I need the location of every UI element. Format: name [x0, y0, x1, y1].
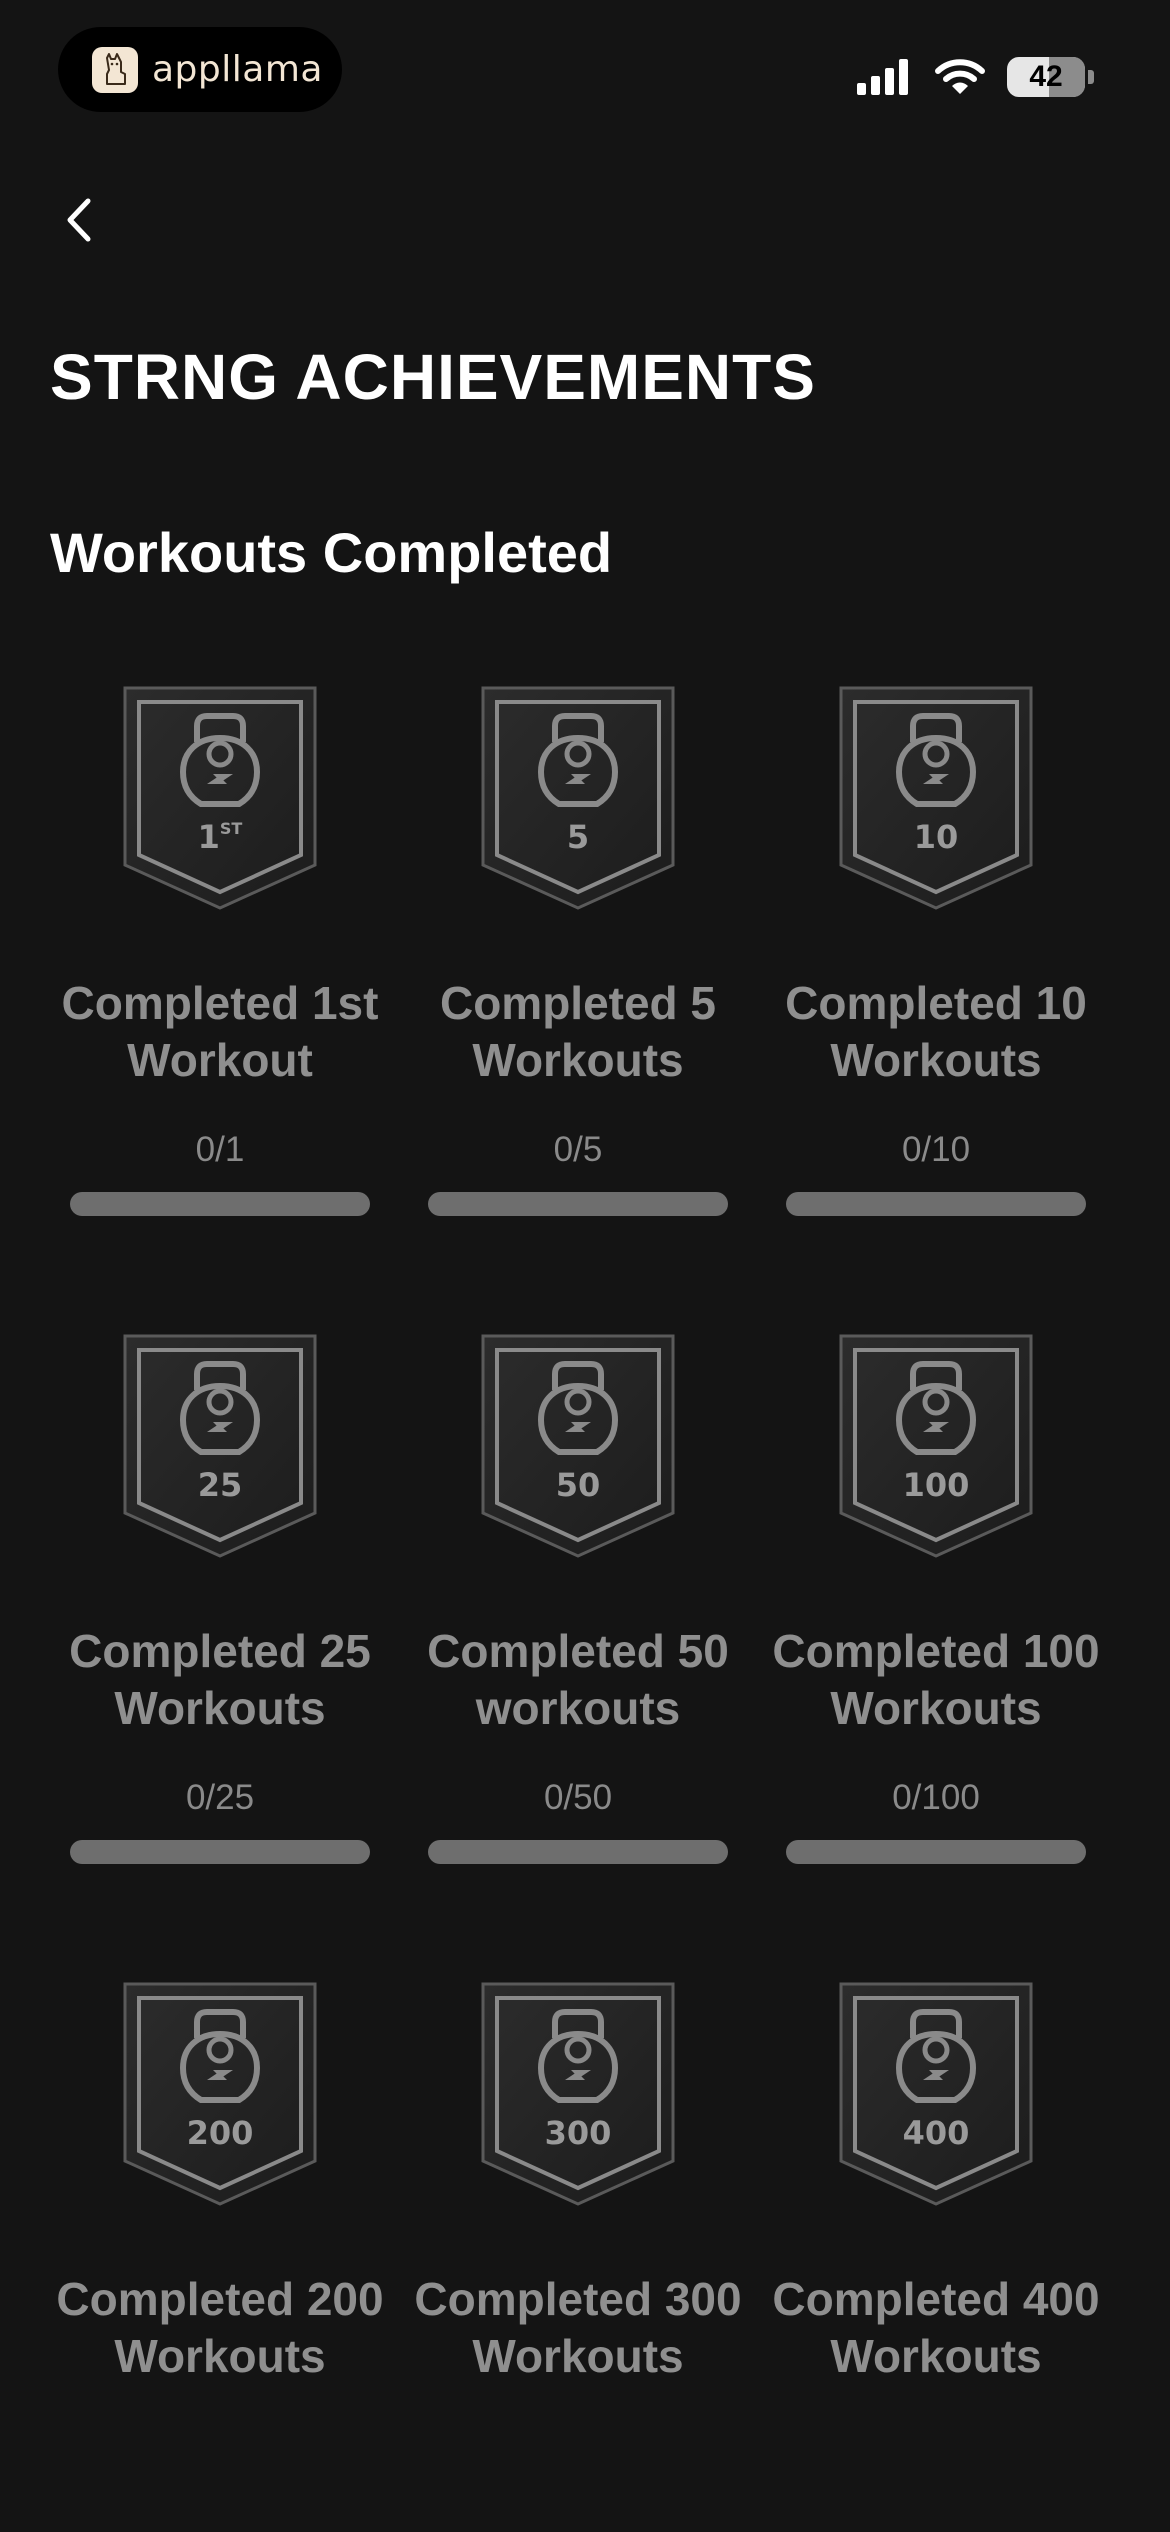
- chevron-left-icon: [67, 198, 91, 242]
- achievement-progress-text: 0/100: [892, 1778, 980, 1817]
- kettlebell-badge-icon: 100: [839, 1334, 1033, 1558]
- achievement-progress-text: 0/25: [185, 1778, 255, 1817]
- badge-number: 25: [198, 1466, 243, 1504]
- wifi-icon: [935, 59, 985, 94]
- kettlebell-badge-icon: 50: [481, 1334, 675, 1558]
- kettlebell-badge-icon: 1ST: [123, 686, 317, 910]
- kettlebell-badge-icon: 25: [123, 1334, 317, 1558]
- achievement-label: Completed 400 Workouts: [772, 2273, 1100, 2382]
- kettlebell-badge-icon: 5: [481, 686, 675, 910]
- cellular-signal-icon: [857, 59, 908, 95]
- kettlebell-badge-icon: 400: [839, 1982, 1033, 2206]
- svg-text:400: 400: [903, 2114, 970, 2152]
- back-button[interactable]: [60, 185, 120, 255]
- achievement-progress-text: 0/50: [543, 1778, 613, 1817]
- llama-logo-icon: [92, 46, 138, 93]
- svg-text:10: 10: [914, 818, 959, 856]
- achievement-label: Completed 1st Workout: [61, 977, 379, 1086]
- achievement-progress-text: 0/1: [195, 1130, 245, 1169]
- achievement-card[interactable]: 100 Completed 100 Workouts 0/100: [771, 1328, 1101, 1968]
- badge-number: 200: [187, 2114, 254, 2152]
- svg-text:25: 25: [198, 1466, 243, 1504]
- kettlebell-badge-icon: 200: [123, 1982, 317, 2206]
- badge-number: 300: [545, 2114, 612, 2152]
- svg-text:5: 5: [567, 818, 589, 856]
- achievement-progress-bar: [428, 1840, 728, 1864]
- kettlebell-badge-icon: 300: [481, 1982, 675, 2206]
- achievement-card[interactable]: 400 Completed 400 Workouts: [771, 1976, 1101, 2532]
- achievement-card[interactable]: 5 Completed 5 Workouts 0/5: [413, 680, 743, 1320]
- status-icons: 42: [857, 52, 1094, 102]
- badge-number: 400: [903, 2114, 970, 2152]
- achievement-card[interactable]: 200 Completed 200 Workouts: [55, 1976, 385, 2532]
- badge-number: 100: [903, 1466, 970, 1504]
- section-title: Workouts Completed: [50, 521, 613, 584]
- svg-text:50: 50: [556, 1466, 601, 1504]
- achievement-label: Completed 5 Workouts: [439, 977, 717, 1086]
- achievement-label: Completed 300 Workouts: [414, 2273, 742, 2382]
- badge-number: 10: [914, 818, 959, 856]
- app-name: appllama: [152, 49, 323, 90]
- badge-superscript: ST: [220, 819, 243, 838]
- achievement-progress-bar: [428, 1192, 728, 1216]
- achievement-progress-bar: [70, 1192, 370, 1216]
- badge-number: 5: [567, 818, 589, 856]
- battery-icon: 42: [1007, 57, 1085, 97]
- achievement-label: Completed 10 Workouts: [785, 977, 1087, 1086]
- achievement-label: Completed 200 Workouts: [56, 2273, 384, 2382]
- achievement-label: Completed 50 workouts: [427, 1625, 729, 1734]
- achievement-label: Completed 100 Workouts: [772, 1625, 1100, 1734]
- achievements-screen: appllama 42 STRNG ACHIEVEMENTS Workouts …: [0, 0, 1170, 2532]
- kettlebell-badge-icon: 10: [839, 686, 1033, 910]
- achievement-progress-bar: [70, 1840, 370, 1864]
- status-bar: appllama 42: [0, 0, 1170, 140]
- svg-text:100: 100: [903, 1466, 970, 1504]
- badge-number: 50: [556, 1466, 601, 1504]
- battery-level: 42: [1029, 60, 1063, 93]
- achievement-card[interactable]: 1ST Completed 1st Workout 0/1: [55, 680, 385, 1320]
- achievement-progress-text: 0/10: [901, 1130, 971, 1169]
- page-title: STRNG ACHIEVEMENTS: [50, 341, 816, 413]
- app-indicator-pill[interactable]: appllama: [58, 27, 342, 112]
- achievement-progress-bar: [786, 1192, 1086, 1216]
- achievement-progress-text: 0/5: [553, 1130, 603, 1169]
- achievement-label: Completed 25 Workouts: [69, 1625, 371, 1734]
- svg-text:300: 300: [545, 2114, 612, 2152]
- achievement-progress-bar: [786, 1840, 1086, 1864]
- achievement-card[interactable]: 300 Completed 300 Workouts: [413, 1976, 743, 2532]
- achievement-card[interactable]: 50 Completed 50 workouts 0/50: [413, 1328, 743, 1968]
- achievement-card[interactable]: 25 Completed 25 Workouts 0/25: [55, 1328, 385, 1968]
- svg-text:200: 200: [187, 2114, 254, 2152]
- badge-number: 1: [198, 818, 220, 856]
- achievement-card[interactable]: 10 Completed 10 Workouts 0/10: [771, 680, 1101, 1320]
